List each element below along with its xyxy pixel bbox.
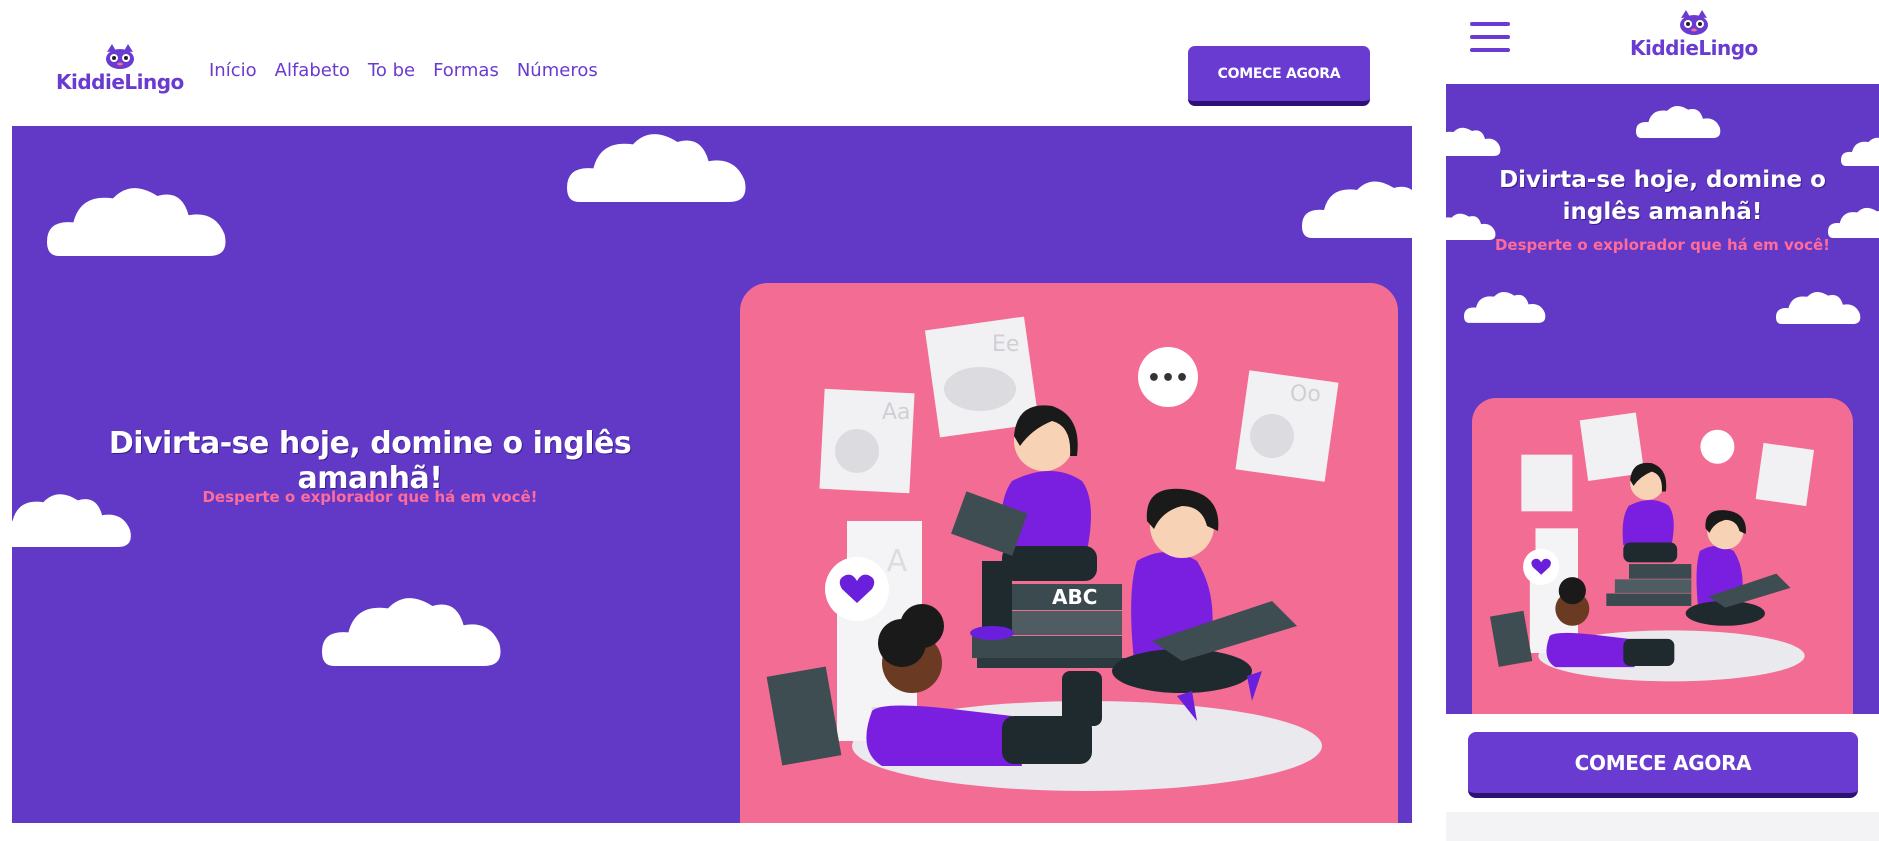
kids-reading-illustration: Aa Ee Oo ••• A B [766,316,1339,791]
svg-text:•••: ••• [1147,366,1189,391]
mobile-start-now-button[interactable]: COMECE AGORA [1468,732,1858,798]
brand-logo[interactable]: KiddieLingo [1630,10,1758,60]
svg-text:Ee: Ee [992,332,1019,357]
svg-text:A: A [887,544,908,579]
mobile-footer-strip [1446,812,1879,841]
nav-link-numeros[interactable]: Números [517,60,598,81]
mobile-hero-title: Divirta-se hoje, domine o inglês amanhã! [1499,167,1826,225]
nav-link-to-be[interactable]: To be [368,60,415,81]
svg-text:ABC: ABC [1052,585,1097,609]
cloud-decoration [1446,126,1501,156]
cloud-decoration [1776,290,1861,324]
cloud-decoration [322,594,502,666]
hero-subtitle: Desperte o explorador que há em você! [202,488,538,506]
cloud-decoration [1464,290,1546,323]
boy-reading-sitting [1112,488,1297,721]
main-nav: Início Alfabeto To be Formas Números [209,60,598,81]
desktop-view: KiddieLingo Início Alfabeto To be Formas… [12,0,1412,823]
hero-title: Divirta-se hoje, domine o inglês amanhã! [108,426,632,496]
cat-mascot-icon [1679,10,1708,35]
brand-wordmark: KiddieLingo [1630,36,1758,60]
cat-mascot-icon [105,44,134,69]
mobile-hero-section: Divirta-se hoje, domine o inglês amanhã!… [1446,84,1879,714]
start-now-button[interactable]: COMECE AGORA [1188,46,1370,106]
top-navbar: KiddieLingo Início Alfabeto To be Formas… [12,0,1412,126]
heart-bubble [825,557,889,621]
cloud-decoration [1636,104,1721,138]
svg-text:Aa: Aa [882,400,911,425]
brand-wordmark: KiddieLingo [56,70,184,94]
mobile-hero-subtitle: Desperte o explorador que há em você! [1494,236,1831,254]
mobile-navbar: KiddieLingo [1446,0,1879,84]
nav-link-formas[interactable]: Formas [433,60,499,81]
cloud-decoration [567,130,747,202]
speech-bubble: ••• [1138,347,1198,407]
brand-logo[interactable]: KiddieLingo [56,44,184,94]
hamburger-menu-icon[interactable] [1470,22,1510,54]
cloud-decoration [47,184,227,256]
svg-text:Oo: Oo [1290,382,1321,407]
card-aa: Aa [819,388,915,494]
kids-reading-illustration [1489,412,1815,682]
nav-link-inicio[interactable]: Início [209,60,257,81]
card-oo: Oo [1235,370,1339,482]
cloud-decoration [1841,136,1879,166]
hero-section: Divirta-se hoje, domine o inglês amanhã!… [12,126,1412,823]
nav-link-alfabeto[interactable]: Alfabeto [275,60,350,81]
cloud-decoration [1302,178,1412,238]
mobile-view: KiddieLingo Divirta-se hoje, domine o in… [1446,0,1879,841]
